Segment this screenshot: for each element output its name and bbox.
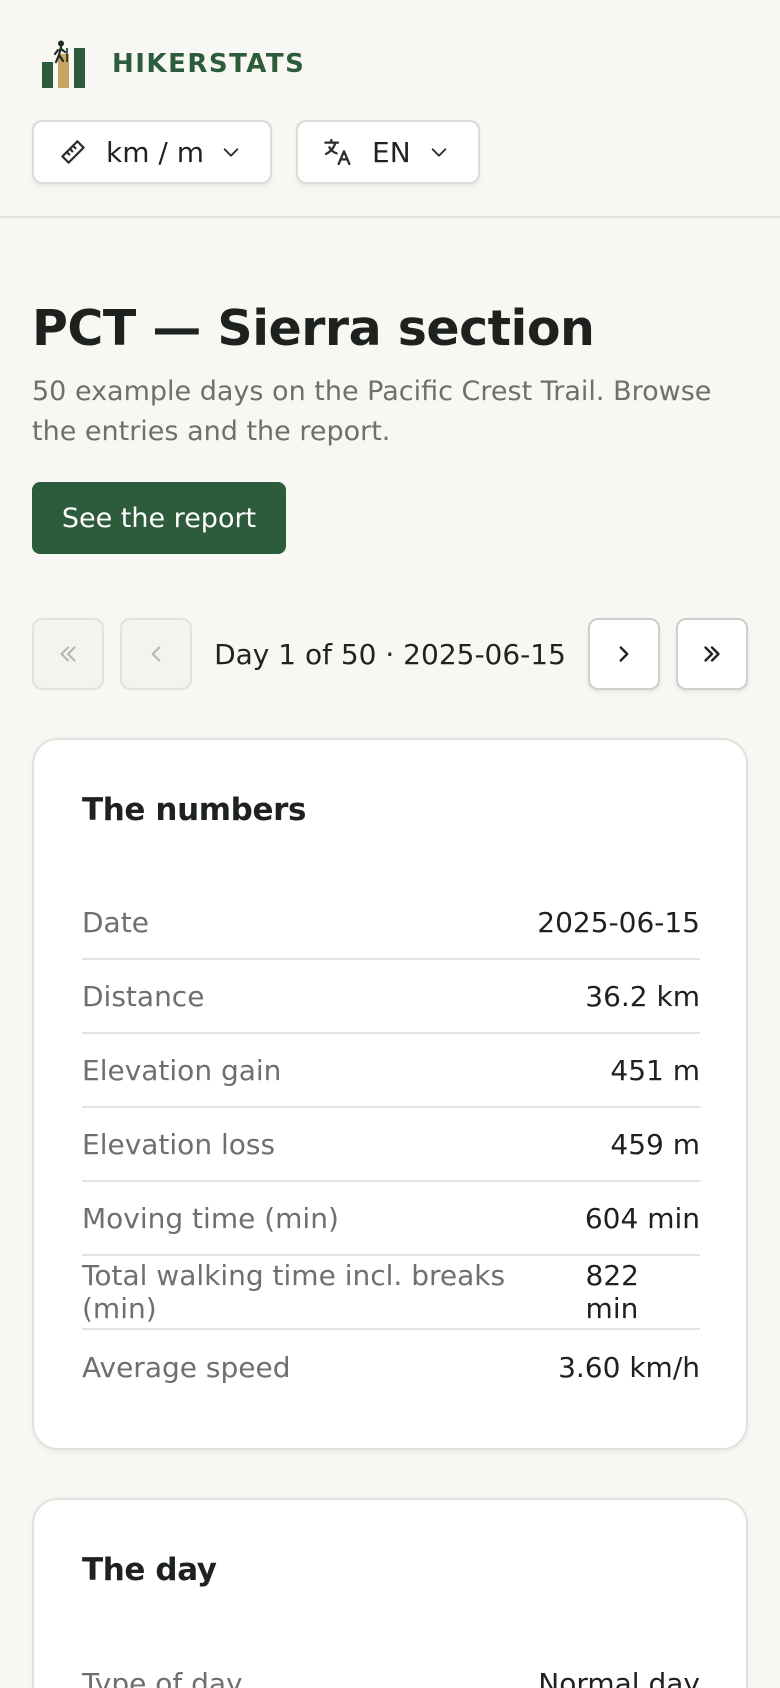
chevron-down-icon [431,148,447,157]
stat-value: Normal day [538,1666,700,1688]
page-subtitle: 50 example days on the Pacific Crest Tra… [32,376,712,447]
stat-label: Date [82,905,149,939]
app-header: HIKERSTATS km / m EN [0,0,780,218]
stat-value: 822 min [585,1259,639,1325]
stat-row-date: Date 2025-06-15 [82,886,700,960]
stat-value: 451 m [610,1053,700,1087]
ruler-icon [61,140,85,164]
day-indicator: Day 1 of 50 · 2025-06-15 [214,637,566,671]
see-report-button[interactable]: See the report [32,482,286,554]
chevron-left-icon [151,646,161,662]
stat-label: Total walking time incl. breaks (min) [82,1259,506,1325]
double-chevron-left-icon [60,646,76,662]
language-select-value: EN [372,135,411,169]
brand[interactable]: HIKERSTATS [40,40,305,88]
chevron-right-icon [619,646,629,662]
first-day-button[interactable] [32,618,104,690]
double-chevron-right-icon [704,646,720,662]
language-select[interactable]: EN [296,120,480,184]
stat-label: Average speed [82,1350,291,1384]
stat-row-total-walking-time: Total walking time incl. breaks (min) 82… [82,1256,700,1330]
day-card: The day Type of day Normal day [32,1498,748,1688]
day-card-title: The day [82,1552,217,1588]
stat-row-distance: Distance 36.2 km [82,960,700,1034]
numbers-card-title: The numbers [82,792,307,828]
brand-name: HIKERSTATS [112,49,306,79]
stat-label: Moving time (min) [82,1201,339,1235]
chevron-down-icon [223,148,239,157]
stat-value: 3.60 km/h [558,1350,700,1384]
day-list: Type of day Normal day [82,1646,700,1688]
next-day-button[interactable] [588,618,660,690]
stat-label: Elevation loss [82,1127,276,1161]
units-select-value: km / m [106,135,204,169]
stat-row-average-speed: Average speed 3.60 km/h [82,1330,700,1404]
stat-row-elevation-loss: Elevation loss 459 m [82,1108,700,1182]
units-select[interactable]: km / m [32,120,272,184]
stat-label: Elevation gain [82,1053,282,1087]
stat-value: 459 m [610,1127,700,1161]
stat-label: Distance [82,979,205,1013]
stat-label: Type of day [82,1666,243,1688]
last-day-button[interactable] [676,618,748,690]
translate-icon [324,138,351,166]
page-title: PCT — Sierra section [32,300,595,357]
hiker-logo-icon [42,40,85,88]
numbers-list: Date 2025-06-15 Distance 36.2 km Elevati… [82,886,700,1404]
stat-value: 604 min [584,1201,700,1235]
stat-value: 2025-06-15 [537,905,700,939]
stat-row-moving-time: Moving time (min) 604 min [82,1182,700,1256]
stat-row-elevation-gain: Elevation gain 451 m [82,1034,700,1108]
stat-value: 36.2 km [585,979,700,1013]
stat-row-type-of-day: Type of day Normal day [82,1646,700,1688]
previous-day-button[interactable] [120,618,192,690]
numbers-card: The numbers Date 2025-06-15 Distance 36.… [32,738,748,1450]
